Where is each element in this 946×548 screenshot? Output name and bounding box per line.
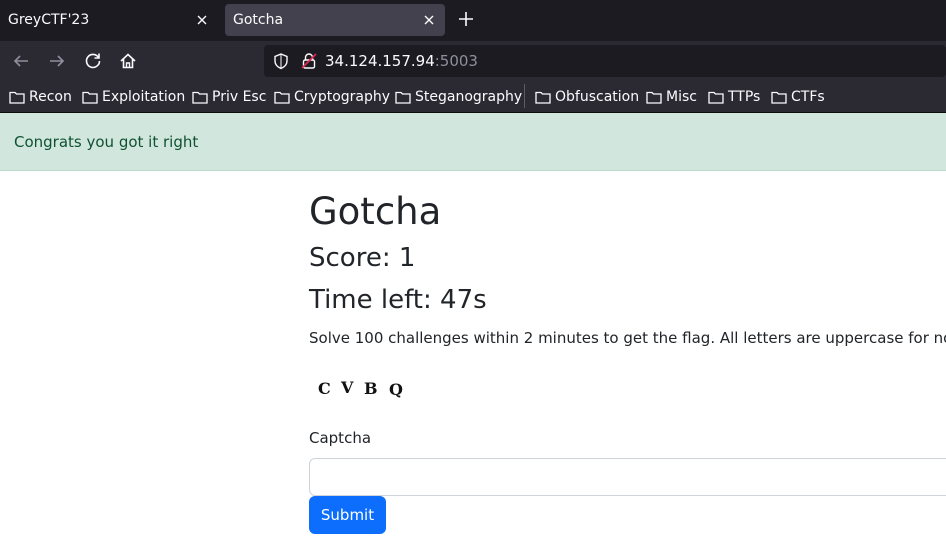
folder-icon xyxy=(771,91,787,104)
folder-icon xyxy=(274,91,290,104)
shield-icon[interactable] xyxy=(272,52,290,70)
folder-icon xyxy=(9,91,25,104)
tab-strip: GreyCTF'23 Gotcha xyxy=(0,0,946,41)
reload-icon[interactable] xyxy=(83,51,103,71)
home-icon[interactable] xyxy=(118,51,138,71)
time-left-heading: Time left: 47s xyxy=(309,285,487,315)
bookmark-label: Obfuscation xyxy=(555,89,640,105)
forward-arrow-icon[interactable] xyxy=(47,51,67,71)
bookmark-folder-ttps[interactable]: TTPs xyxy=(708,87,760,107)
captcha-label: Captcha xyxy=(309,429,372,447)
close-tab-icon[interactable] xyxy=(194,12,210,28)
url-host: 34.124.157.94 xyxy=(325,52,435,70)
folder-icon xyxy=(192,91,208,104)
bookmark-folder-ctfs[interactable]: CTFs xyxy=(771,87,825,107)
bookmark-label: Cryptography xyxy=(294,89,391,105)
bookmarks-toolbar: Recon Exploitation Priv Esc Cryptography… xyxy=(0,80,946,113)
instructions-text: Solve 100 challenges within 2 minutes to… xyxy=(309,329,946,347)
tab-greyctf[interactable]: GreyCTF'23 xyxy=(0,4,218,36)
alert-message: Congrats you got it right xyxy=(14,133,199,151)
bookmark-folder-priv-esc[interactable]: Priv Esc xyxy=(192,87,266,107)
captcha-letter: B xyxy=(364,379,378,398)
new-tab-icon[interactable] xyxy=(457,10,475,28)
back-arrow-icon[interactable] xyxy=(11,51,31,71)
insecure-lock-icon[interactable] xyxy=(300,52,318,70)
score-heading: Score: 1 xyxy=(309,243,416,273)
bookmark-label: Exploitation xyxy=(102,89,186,105)
tab-gotcha[interactable]: Gotcha xyxy=(225,4,445,36)
bookmark-folder-obfuscation[interactable]: Obfuscation xyxy=(535,87,639,107)
folder-icon xyxy=(708,91,724,104)
bookmark-folder-recon[interactable]: Recon xyxy=(9,87,72,107)
bookmark-folder-steganography[interactable]: Steganography xyxy=(395,87,522,107)
captcha-input[interactable] xyxy=(309,458,946,496)
bookmark-label: CTFs xyxy=(791,89,825,105)
folder-icon xyxy=(395,91,411,104)
folder-icon xyxy=(646,91,662,104)
bookmarks-separator xyxy=(524,84,525,108)
bookmark-label: Steganography xyxy=(415,89,523,105)
folder-icon xyxy=(535,91,551,104)
tab-title: GreyCTF'23 xyxy=(8,12,90,28)
captcha-image: C V B Q xyxy=(318,378,403,399)
submit-button[interactable]: Submit xyxy=(309,496,386,534)
bookmark-label: Priv Esc xyxy=(212,89,267,105)
bookmark-label: TTPs xyxy=(728,89,761,105)
captcha-letter: C xyxy=(318,379,331,398)
bookmark-label: Recon xyxy=(29,89,72,105)
page-title: Gotcha xyxy=(309,190,442,233)
folder-icon xyxy=(82,91,98,104)
success-alert: Congrats you got it right xyxy=(0,113,946,171)
tab-title: Gotcha xyxy=(233,12,284,28)
bookmark-label: Misc xyxy=(666,89,697,105)
bookmark-folder-cryptography[interactable]: Cryptography xyxy=(274,87,390,107)
bookmark-folder-exploitation[interactable]: Exploitation xyxy=(82,87,185,107)
bookmark-folder-misc[interactable]: Misc xyxy=(646,87,697,107)
captcha-letter: V xyxy=(340,378,354,397)
url-text[interactable]: 34.124.157.94:5003 xyxy=(325,52,478,70)
captcha-letter: Q xyxy=(389,380,403,399)
close-tab-icon[interactable] xyxy=(421,12,437,28)
url-port: :5003 xyxy=(434,52,478,70)
